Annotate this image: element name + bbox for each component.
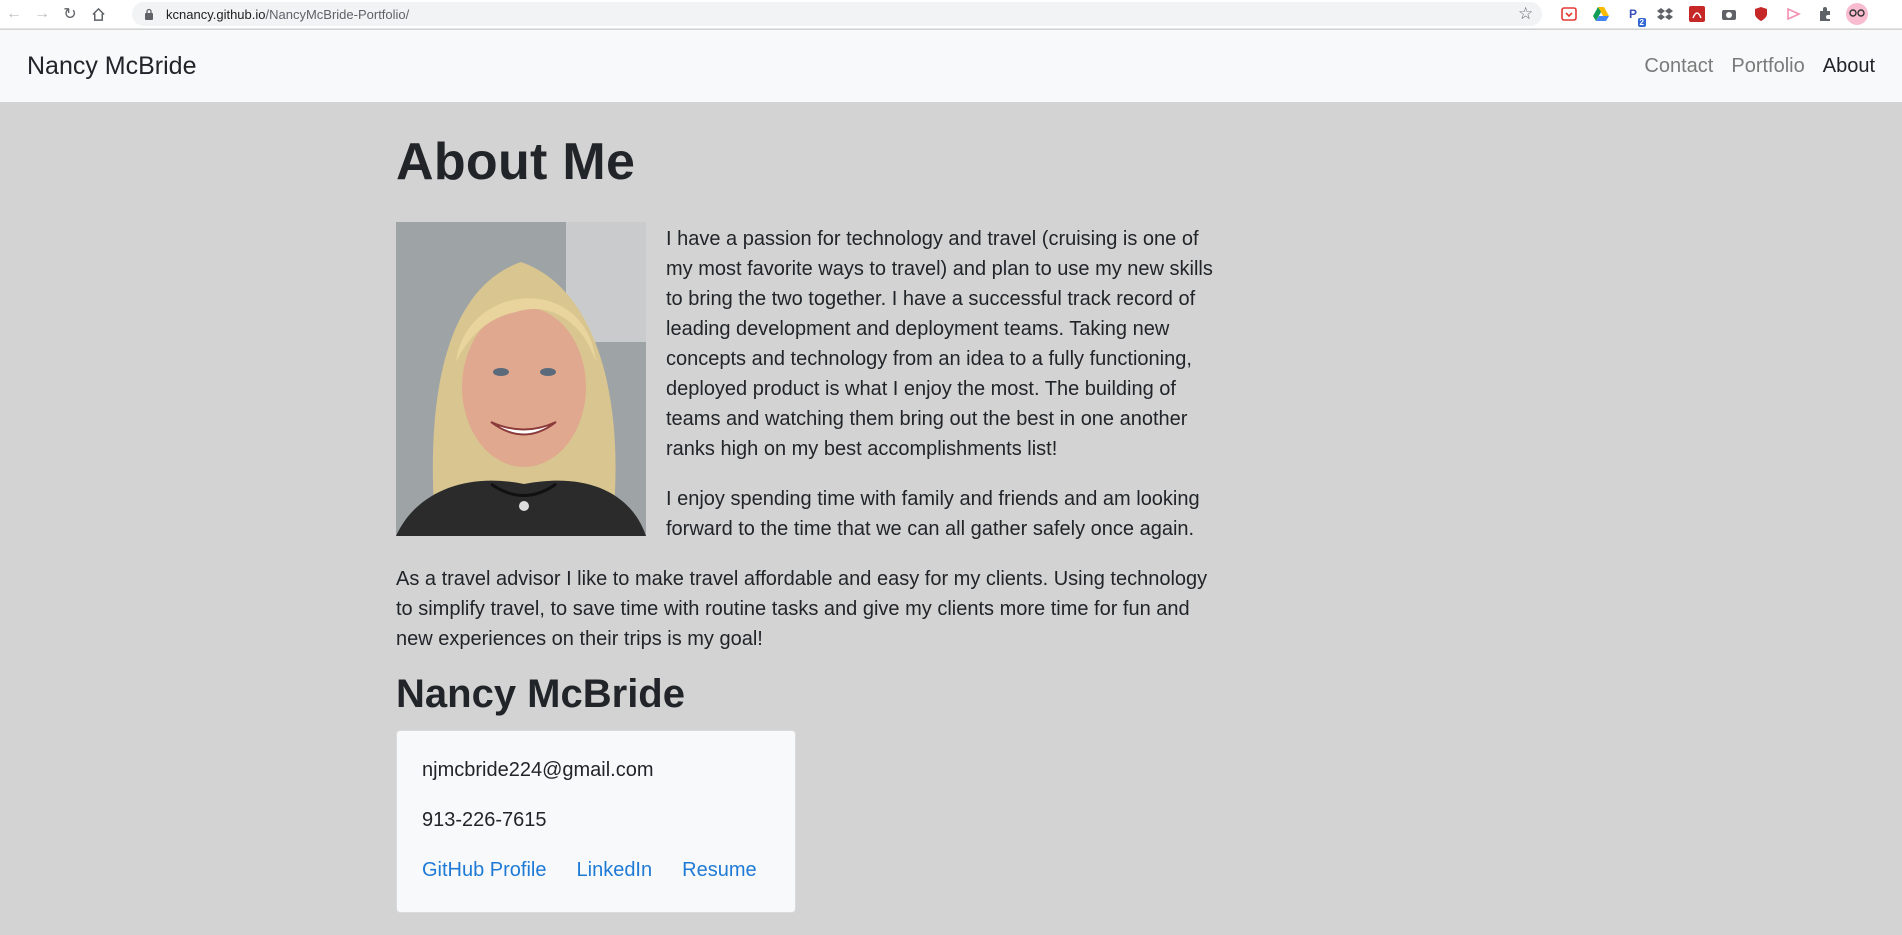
navbar-links: Contact Portfolio About: [1644, 55, 1875, 78]
about-paragraph-3: As a travel advisor I like to make trave…: [396, 568, 1208, 650]
about-paragraph-2: I enjoy spending time with family and fr…: [666, 488, 1200, 540]
profile-avatar-icon[interactable]: [1846, 3, 1868, 25]
address-bar[interactable]: kcnancy.github.io/NancyMcBride-Portfolio…: [132, 2, 1542, 26]
extension-badge: 2: [1637, 18, 1646, 27]
github-profile-link[interactable]: GitHub Profile: [422, 859, 547, 882]
url-path: /NancyMcBride-Portfolio/: [265, 6, 410, 22]
google-drive-icon[interactable]: [1590, 3, 1612, 25]
about-paragraph-1: I have a passion for technology and trav…: [666, 228, 1213, 460]
back-icon[interactable]: ←: [0, 0, 28, 28]
contact-links: GitHub Profile LinkedIn Resume: [422, 859, 770, 882]
contact-email: njmcbride224@gmail.com: [422, 759, 654, 781]
resume-link[interactable]: Resume: [682, 859, 756, 882]
puzzle-extensions-icon[interactable]: [1814, 3, 1836, 25]
nav-link-contact[interactable]: Contact: [1644, 55, 1713, 78]
contact-card: njmcbride224@gmail.com 913-226-7615 GitH…: [396, 730, 796, 913]
extensions-bar: P2: [1558, 3, 1868, 27]
browser-toolbar: ← → ↻ kcnancy.github.io/NancyMcBride-Por…: [0, 0, 1902, 29]
dropbox-icon[interactable]: [1654, 3, 1676, 25]
navbar-brand[interactable]: Nancy McBride: [27, 52, 197, 81]
camera-icon[interactable]: [1718, 3, 1740, 25]
pdf-icon[interactable]: [1686, 3, 1708, 25]
about-section: About Me I have a passion for technology…: [396, 102, 1226, 913]
forward-icon[interactable]: →: [28, 0, 56, 28]
nav-link-portfolio[interactable]: Portfolio: [1731, 55, 1804, 78]
bookmark-star-icon[interactable]: ☆: [1518, 4, 1533, 24]
lock-icon: [144, 8, 156, 20]
p-extension-icon[interactable]: P2: [1622, 3, 1646, 27]
contact-phone: 913-226-7615: [422, 809, 547, 831]
url-host: kcnancy.github.io: [166, 6, 266, 22]
pocket-extension-icon[interactable]: [1558, 3, 1580, 25]
cast-extension-icon[interactable]: [1782, 3, 1804, 25]
nav-link-about[interactable]: About: [1823, 55, 1875, 78]
linkedin-link[interactable]: LinkedIn: [577, 859, 653, 882]
profile-photo: [396, 222, 646, 536]
shield-extension-icon[interactable]: [1750, 3, 1772, 25]
contact-name-heading: Nancy McBride: [396, 672, 685, 716]
page-title: About Me: [396, 133, 636, 191]
home-icon[interactable]: [84, 0, 112, 28]
site-navbar: Nancy McBride Contact Portfolio About: [0, 30, 1902, 102]
reload-icon[interactable]: ↻: [56, 0, 84, 28]
